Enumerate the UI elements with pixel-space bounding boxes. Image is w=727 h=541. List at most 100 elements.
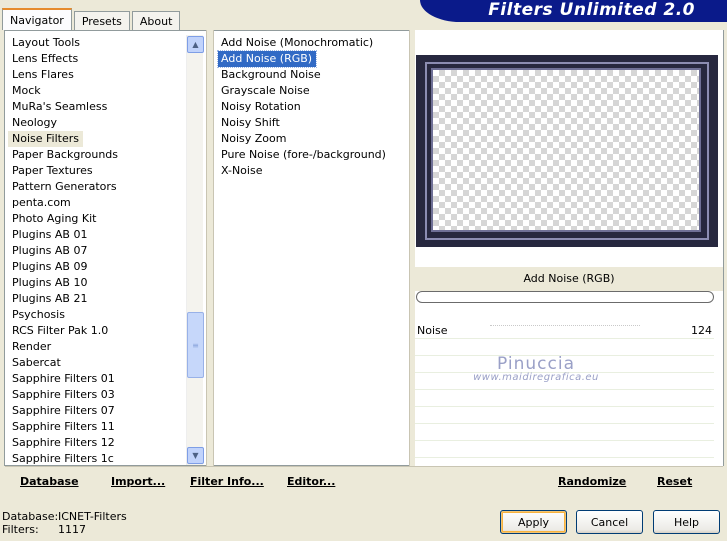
app-title: Filters Unlimited 2.0 bbox=[488, 0, 695, 20]
category-item[interactable]: Plugins AB 01 bbox=[8, 227, 87, 243]
category-item[interactable]: Paper Backgrounds bbox=[8, 147, 118, 163]
category-row: Sapphire Filters 03 bbox=[8, 387, 184, 403]
category-row: Photo Aging Kit bbox=[8, 211, 184, 227]
chevron-down-icon: ▼ bbox=[192, 451, 199, 460]
chevron-up-icon: ▲ bbox=[192, 40, 199, 49]
preview-image bbox=[416, 55, 718, 247]
database-info: Database: ICNET-Filters Filters: 1117 bbox=[2, 510, 127, 536]
filter-row: Pure Noise (fore-/background) bbox=[218, 147, 408, 163]
scroll-up-button[interactable]: ▲ bbox=[187, 36, 204, 53]
filter-list: Add Noise (Monochromatic) Add Noise (RGB)… bbox=[216, 35, 408, 179]
category-item[interactable]: Plugins AB 10 bbox=[8, 275, 87, 291]
scrollbar-thumb[interactable]: ≡ bbox=[187, 312, 204, 378]
param-row-empty bbox=[415, 407, 714, 424]
category-row: Plugins AB 01 bbox=[8, 227, 184, 243]
category-item[interactable]: Lens Effects bbox=[8, 51, 78, 67]
category-item[interactable]: Plugins AB 07 bbox=[8, 243, 87, 259]
category-row: Sapphire Filters 12 bbox=[8, 435, 184, 451]
filter-item[interactable]: X-Noise bbox=[218, 163, 262, 179]
category-item[interactable]: Pattern Generators bbox=[8, 179, 117, 195]
tab-strip: Navigator Presets About bbox=[2, 8, 182, 30]
filter-info-link[interactable]: Filter Info... bbox=[190, 475, 264, 488]
category-row: Paper Textures bbox=[8, 163, 184, 179]
category-item[interactable]: Sapphire Filters 03 bbox=[8, 387, 115, 403]
filter-item[interactable]: Grayscale Noise bbox=[218, 83, 310, 99]
filter-item[interactable]: Pure Noise (fore-/background) bbox=[218, 147, 386, 163]
category-item[interactable]: Sapphire Filters 12 bbox=[8, 435, 115, 451]
category-row: MuRa's Seamless bbox=[8, 99, 184, 115]
category-item[interactable]: Paper Textures bbox=[8, 163, 93, 179]
filter-row: Grayscale Noise bbox=[218, 83, 408, 99]
category-item[interactable]: Sapphire Filters 11 bbox=[8, 419, 115, 435]
tab-presets[interactable]: Presets bbox=[73, 11, 130, 30]
category-item[interactable]: Psychosis bbox=[8, 307, 65, 323]
progress-bar bbox=[416, 291, 714, 303]
category-item[interactable]: Plugins AB 21 bbox=[8, 291, 87, 307]
category-row: Plugins AB 07 bbox=[8, 243, 184, 259]
filter-row: Noisy Zoom bbox=[218, 131, 408, 147]
database-link[interactable]: Database bbox=[20, 475, 79, 488]
cancel-button[interactable]: Cancel bbox=[576, 510, 643, 534]
apply-button[interactable]: Apply bbox=[500, 510, 567, 534]
scroll-down-button[interactable]: ▼ bbox=[187, 447, 204, 464]
category-row: Layout Tools bbox=[8, 35, 184, 51]
randomize-link[interactable]: Randomize bbox=[558, 475, 626, 488]
category-item[interactable]: Sapphire Filters 01 bbox=[8, 371, 115, 387]
reset-link[interactable]: Reset bbox=[657, 475, 692, 488]
filter-item[interactable]: Noisy Zoom bbox=[218, 131, 286, 147]
category-row: Paper Backgrounds bbox=[8, 147, 184, 163]
filter-item[interactable]: Add Noise (Monochromatic) bbox=[218, 35, 373, 51]
param-slider[interactable] bbox=[490, 322, 640, 326]
transparency-checkerboard bbox=[431, 68, 701, 232]
filter-row: Noisy Shift bbox=[218, 115, 408, 131]
tab-navigator[interactable]: Navigator bbox=[2, 8, 72, 30]
param-value: 124 bbox=[691, 324, 712, 337]
filter-row: Add Noise (Monochromatic) bbox=[218, 35, 408, 51]
filter-item[interactable]: Add Noise (RGB) bbox=[216, 50, 318, 68]
category-item[interactable]: Neology bbox=[8, 115, 57, 131]
database-label: Database: bbox=[2, 510, 59, 523]
category-row: Mock bbox=[8, 83, 184, 99]
param-row-noise[interactable]: Noise 124 bbox=[415, 322, 714, 339]
filter-item[interactable]: Noisy Rotation bbox=[218, 99, 301, 115]
param-row-empty bbox=[415, 441, 714, 458]
grip-icon: ≡ bbox=[192, 340, 199, 350]
category-item[interactable]: MuRa's Seamless bbox=[8, 99, 107, 115]
editor-link[interactable]: Editor... bbox=[287, 475, 335, 488]
category-list: Layout Tools Lens Effects Lens Flares Mock M… bbox=[8, 35, 184, 467]
category-item[interactable]: penta.com bbox=[8, 195, 71, 211]
database-value: ICNET-Filters bbox=[58, 510, 127, 523]
category-item[interactable]: Plugins AB 09 bbox=[8, 259, 87, 275]
category-item[interactable]: RCS Filter Pak 1.0 bbox=[8, 323, 108, 339]
category-item[interactable]: Sapphire Filters 1c bbox=[8, 451, 114, 467]
category-row: Sapphire Filters 07 bbox=[8, 403, 184, 419]
category-row: Psychosis bbox=[8, 307, 184, 323]
tab-about[interactable]: About bbox=[131, 11, 181, 30]
watermark-url: www.maidiregrafica.eu bbox=[473, 372, 599, 383]
category-item[interactable]: Photo Aging Kit bbox=[8, 211, 96, 227]
watermark: Pinuccia www.maidiregrafica.eu bbox=[466, 354, 606, 383]
category-row: Lens Effects bbox=[8, 51, 184, 67]
filters-count-label: Filters: bbox=[2, 523, 39, 536]
category-row: Sabercat bbox=[8, 355, 184, 371]
filter-item[interactable]: Background Noise bbox=[218, 67, 321, 83]
param-label: Noise bbox=[417, 324, 448, 337]
category-row: penta.com bbox=[8, 195, 184, 211]
category-row: Sapphire Filters 01 bbox=[8, 371, 184, 387]
filter-row: Add Noise (RGB) bbox=[216, 50, 408, 68]
action-link-bar: Database Import... Filter Info... Editor… bbox=[5, 466, 723, 494]
category-row: Lens Flares bbox=[8, 67, 184, 83]
filter-row: Noisy Rotation bbox=[218, 99, 408, 115]
category-item[interactable]: Noise Filters bbox=[8, 131, 83, 147]
help-button[interactable]: Help bbox=[653, 510, 720, 534]
import-link[interactable]: Import... bbox=[111, 475, 165, 488]
category-item[interactable]: Sabercat bbox=[8, 355, 61, 371]
category-item[interactable]: Lens Flares bbox=[8, 67, 74, 83]
category-item[interactable]: Mock bbox=[8, 83, 41, 99]
category-item[interactable]: Sapphire Filters 07 bbox=[8, 403, 115, 419]
category-item[interactable]: Layout Tools bbox=[8, 35, 80, 51]
category-scrollbar[interactable]: ▲ ≡ ▼ bbox=[186, 35, 204, 465]
filter-item[interactable]: Noisy Shift bbox=[218, 115, 280, 131]
category-row: Pattern Generators bbox=[8, 179, 184, 195]
category-item[interactable]: Render bbox=[8, 339, 51, 355]
